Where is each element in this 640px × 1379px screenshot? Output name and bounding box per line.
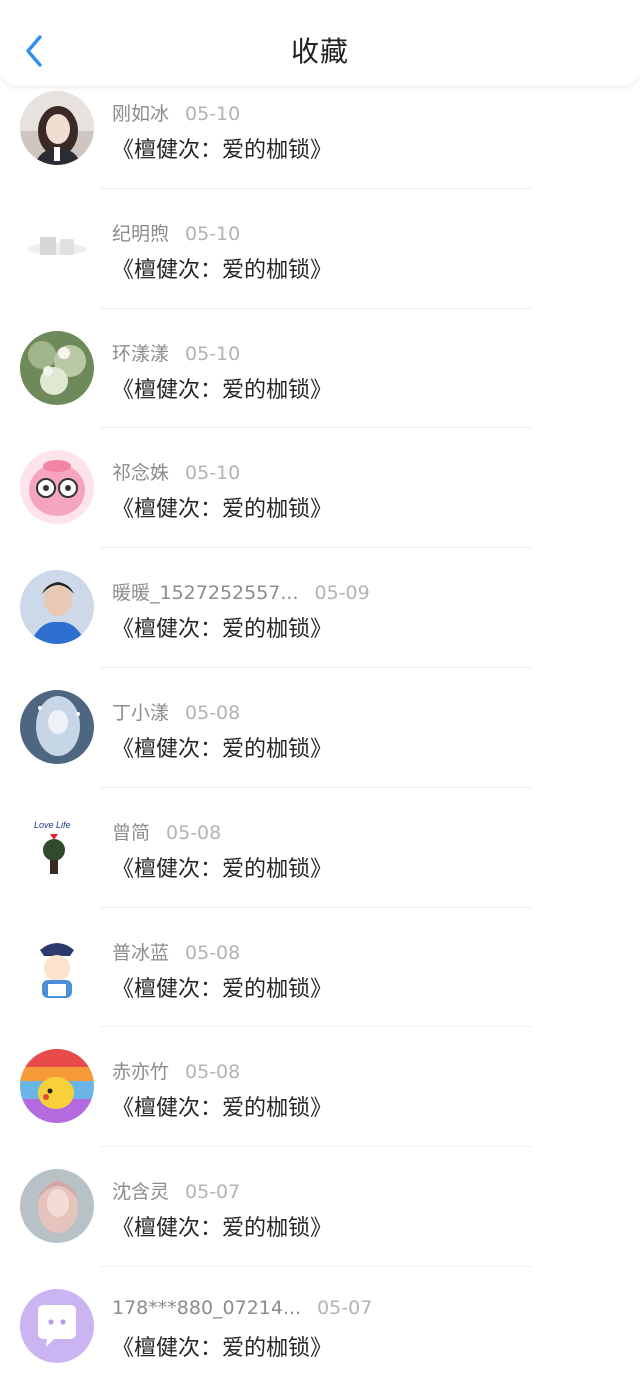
- favorites-page: 收藏 刚如冰 05-10 《檀健次：爱的枷锁》 纪明煦 05-10 《檀健次：爱…: [0, 0, 640, 1379]
- favorite-item[interactable]: 刚如冰 05-10 《檀健次：爱的枷锁》: [0, 69, 640, 189]
- user-name: 刚如冰: [112, 103, 170, 125]
- favorite-title: 《檀健次：爱的枷锁》: [112, 736, 333, 762]
- user-name: 赤亦竹: [112, 1061, 170, 1084]
- user-name: 普冰蓝: [112, 941, 170, 964]
- favorite-item[interactable]: 环漾漾 05-10 《檀健次：爱的枷锁》: [0, 309, 640, 429]
- favorite-title: 《檀健次：爱的枷锁》: [112, 257, 333, 283]
- favorite-item[interactable]: 纪明煦 05-10 《檀健次：爱的枷锁》: [0, 189, 640, 309]
- avatar: [20, 450, 94, 525]
- favorite-title: 《檀健次：爱的枷锁》: [112, 1335, 333, 1361]
- favorite-meta: 祁念姝 05-10: [112, 458, 240, 485]
- favorite-meta: 普冰蓝 05-08: [112, 938, 240, 965]
- favorite-title: 《檀健次：爱的枷锁》: [112, 1096, 333, 1122]
- favorite-title: 《檀健次：爱的枷锁》: [112, 138, 333, 163]
- user-name: 祁念姝: [112, 462, 170, 485]
- favorite-meta: 沈含灵 05-07: [112, 1177, 240, 1204]
- avatar: [20, 1049, 94, 1124]
- favorite-title: 《檀健次：爱的枷锁》: [112, 976, 333, 1002]
- avatar: [20, 1169, 94, 1244]
- favorite-item[interactable]: Love Life 曾简 05-08 《檀健次：爱的枷锁》: [0, 788, 640, 908]
- favorite-meta: 环漾漾 05-10: [112, 339, 240, 366]
- favorite-date: 05-07: [317, 1296, 373, 1319]
- user-name: 沈含灵: [112, 1181, 170, 1204]
- favorite-meta: 丁小漾 05-08: [112, 698, 240, 725]
- top-app-bar: 收藏: [0, 0, 640, 86]
- favorite-item[interactable]: 普冰蓝 05-08 《檀健次：爱的枷锁》: [0, 908, 640, 1028]
- favorite-item[interactable]: 178***880_07214... 05-07 《檀健次：爱的枷锁》: [0, 1267, 640, 1379]
- favorite-date: 05-10: [185, 103, 241, 125]
- favorite-meta: 曾简 05-08: [112, 818, 221, 845]
- favorite-meta: 刚如冰 05-10: [112, 99, 240, 126]
- favorite-item[interactable]: 赤亦竹 05-08 《檀健次：爱的枷锁》: [0, 1027, 640, 1148]
- avatar: [20, 91, 94, 165]
- favorite-date: 05-08: [185, 941, 241, 964]
- favorite-meta: 178***880_07214... 05-07: [112, 1297, 372, 1319]
- favorite-title: 《檀健次：爱的枷锁》: [112, 1216, 333, 1242]
- avatar: [20, 210, 94, 285]
- favorite-item[interactable]: 丁小漾 05-08 《檀健次：爱的枷锁》: [0, 668, 640, 788]
- favorites-list: 刚如冰 05-10 《檀健次：爱的枷锁》 纪明煦 05-10 《檀健次：爱的枷锁》: [0, 69, 640, 1379]
- favorite-date: 05-10: [185, 462, 241, 485]
- favorite-item[interactable]: 沈含灵 05-07 《檀健次：爱的枷锁》: [0, 1147, 640, 1267]
- avatar: [20, 929, 94, 1004]
- favorite-title: 《檀健次：爱的枷锁》: [112, 377, 333, 403]
- favorite-date: 05-09: [314, 582, 370, 605]
- favorite-date: 05-10: [185, 222, 241, 245]
- favorite-date: 05-08: [166, 821, 222, 844]
- favorite-title: 《檀健次：爱的枷锁》: [112, 856, 333, 882]
- favorite-item[interactable]: 暖暖_1527252557... 05-09 《檀健次：爱的枷锁》: [0, 548, 640, 668]
- avatar: Love Life: [20, 809, 94, 884]
- user-name: 丁小漾: [112, 701, 170, 724]
- user-name: 暖暖_1527252557...: [112, 582, 299, 605]
- user-name: 纪明煦: [112, 222, 170, 245]
- page-title: 收藏: [290, 35, 349, 68]
- favorite-date: 05-07: [185, 1181, 241, 1204]
- favorite-meta: 暖暖_1527252557... 05-09: [112, 578, 370, 605]
- favorite-item[interactable]: 祁念姝 05-10 《檀健次：爱的枷锁》: [0, 428, 640, 549]
- favorite-date: 05-08: [185, 701, 241, 724]
- favorite-date: 05-08: [185, 1061, 241, 1084]
- avatar: [20, 1288, 94, 1363]
- avatar: [20, 570, 94, 645]
- user-name: 环漾漾: [112, 342, 170, 365]
- favorite-date: 05-10: [185, 342, 241, 365]
- avatar-text: Love Life: [34, 820, 71, 830]
- user-name: 曾简: [112, 821, 151, 844]
- user-name: 178***880_07214...: [112, 1296, 302, 1319]
- avatar: [20, 689, 94, 764]
- favorite-meta: 赤亦竹 05-08: [112, 1057, 240, 1084]
- favorite-title: 《檀健次：爱的枷锁》: [112, 617, 333, 643]
- favorite-title: 《檀健次：爱的枷锁》: [112, 497, 333, 523]
- avatar: [20, 330, 94, 405]
- favorite-meta: 纪明煦 05-10: [112, 219, 240, 246]
